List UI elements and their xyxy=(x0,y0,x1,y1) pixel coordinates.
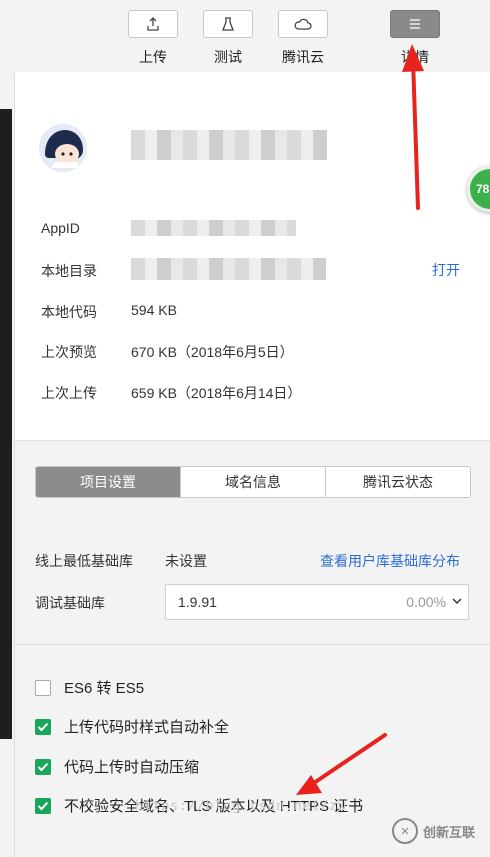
project-info: 78 AppID 本地目录 打开 本地代码 594 KB 上次预览 670 KB… xyxy=(15,72,490,441)
appid-label: AppID xyxy=(41,220,80,236)
details-tool[interactable]: 详情 xyxy=(389,10,441,67)
local-dir-redacted xyxy=(131,258,326,280)
base-lib-distribution-link[interactable]: 查看用户库基础库分布 xyxy=(320,551,460,571)
debug-base-lib-select[interactable]: 1.9.91 0.00% xyxy=(165,584,469,620)
checkbox-checked[interactable] xyxy=(35,718,51,735)
upload-tool[interactable]: 上传 xyxy=(127,10,179,67)
cloud-icon xyxy=(294,18,312,30)
option-style-autocomplete[interactable]: 上传代码时样式自动补全 xyxy=(35,716,229,737)
editor-dark-strip xyxy=(0,109,12,739)
editor-edge xyxy=(0,72,12,857)
settings-tabs: 项目设置 域名信息 腾讯云状态 xyxy=(35,466,471,498)
last-upload-value: 659 KB（2018年6月14日） xyxy=(131,385,302,401)
toolbar: 上传 测试 腾讯云 详情 xyxy=(0,0,490,73)
url-watermark: https://blog.csdn.net/zw xyxy=(135,799,347,814)
cloud-label: 腾讯云 xyxy=(282,49,324,65)
chevron-down-icon xyxy=(452,598,462,605)
upload-label: 上传 xyxy=(139,49,167,65)
cloud-button[interactable] xyxy=(278,10,328,38)
upload-icon xyxy=(147,17,159,31)
checkmark-icon xyxy=(37,762,49,771)
test-button[interactable] xyxy=(203,10,253,38)
avatar-image xyxy=(39,124,87,172)
upload-button[interactable] xyxy=(128,10,178,38)
details-label: 详情 xyxy=(401,49,429,65)
test-label: 测试 xyxy=(214,49,242,65)
debug-usage-percent: 0.00% xyxy=(406,594,446,610)
brand-logo: ✕ 创新互联 xyxy=(392,818,475,844)
debug-version-value: 1.9.91 xyxy=(178,594,217,610)
details-button[interactable] xyxy=(390,10,440,38)
option-auto-minify[interactable]: 代码上传时自动压缩 xyxy=(35,756,199,777)
flask-icon xyxy=(222,17,234,31)
base-lib-settings: 线上最低基础库 未设置 查看用户库基础库分布 调试基础库 1.9.91 0.00… xyxy=(15,534,490,645)
logo-text: 创新互联 xyxy=(423,824,476,840)
option-es6-to-es5[interactable]: ES6 转 ES5 xyxy=(35,677,144,698)
avatar xyxy=(39,124,87,172)
option-label: 代码上传时自动压缩 xyxy=(64,759,200,776)
min-base-lib-value: 未设置 xyxy=(165,553,207,569)
project-name-redacted xyxy=(131,130,327,160)
performance-badge[interactable]: 78 xyxy=(467,166,490,212)
last-upload-label: 上次上传 xyxy=(41,385,97,401)
tab-project-settings[interactable]: 项目设置 xyxy=(36,467,180,497)
test-tool[interactable]: 测试 xyxy=(202,10,254,67)
logo-icon: ✕ xyxy=(392,818,418,844)
tab-domain-info[interactable]: 域名信息 xyxy=(180,467,325,497)
last-preview-label: 上次预览 xyxy=(41,344,97,360)
min-base-lib-label: 线上最低基础库 xyxy=(35,553,133,569)
checkbox-checked[interactable] xyxy=(35,758,51,775)
checkbox-checked[interactable] xyxy=(35,797,51,814)
appid-redacted xyxy=(131,220,296,236)
cloud-tool[interactable]: 腾讯云 xyxy=(277,10,329,67)
checkmark-icon xyxy=(37,801,49,810)
details-panel: 78 AppID 本地目录 打开 本地代码 594 KB 上次预览 670 KB… xyxy=(14,72,490,857)
local-dir-label: 本地目录 xyxy=(41,263,97,279)
tab-cloud-status[interactable]: 腾讯云状态 xyxy=(325,467,470,497)
open-dir-link[interactable]: 打开 xyxy=(432,260,460,280)
local-code-value: 594 KB xyxy=(131,302,177,318)
menu-icon xyxy=(410,19,420,29)
local-code-label: 本地代码 xyxy=(41,304,97,320)
checkbox-unchecked[interactable] xyxy=(35,679,51,696)
debug-base-lib-label: 调试基础库 xyxy=(35,595,105,611)
last-preview-value: 670 KB（2018年6月5日） xyxy=(131,344,294,360)
checkmark-icon xyxy=(37,722,49,731)
option-label: 上传代码时样式自动补全 xyxy=(64,719,230,736)
option-label: ES6 转 ES5 xyxy=(64,680,145,697)
